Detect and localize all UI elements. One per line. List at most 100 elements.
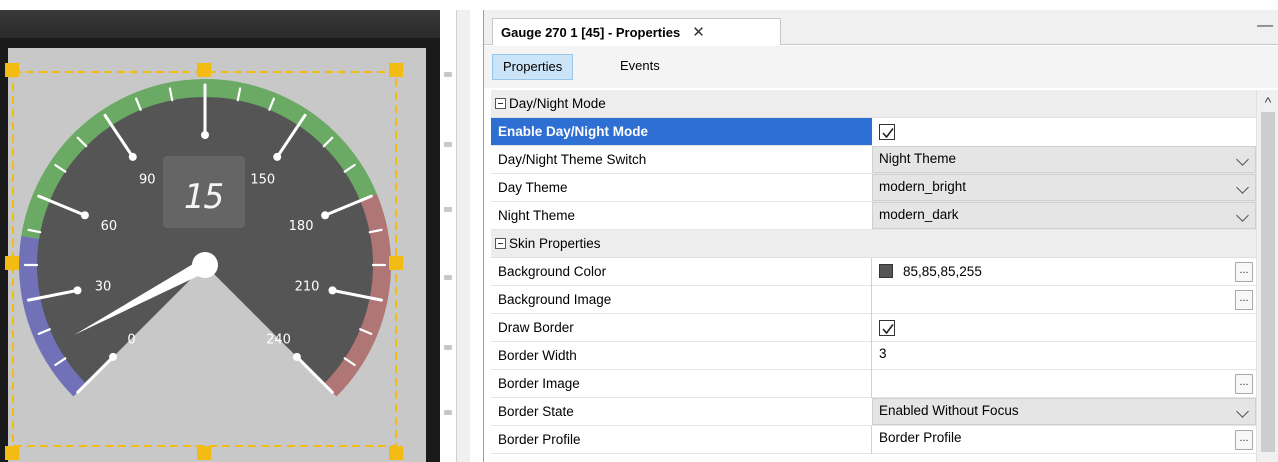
day-theme-dropdown[interactable]: modern_bright	[872, 174, 1256, 201]
tick-label: 0	[127, 333, 135, 348]
category-label: Skin Properties	[509, 236, 601, 251]
scroll-up-arrow-icon[interactable]: ^	[1257, 90, 1278, 112]
browse-button[interactable]: ...	[1235, 262, 1253, 282]
property-row-background-color[interactable]: Background Color 85,85,85,255 ...	[491, 258, 1256, 286]
splitter-gutter[interactable]	[456, 10, 470, 462]
tab-events[interactable]: Events	[610, 54, 670, 80]
minimize-icon[interactable]: —	[1257, 18, 1273, 34]
handle-top[interactable]	[197, 63, 211, 77]
property-name: Border Width	[498, 348, 577, 363]
chevron-down-icon[interactable]	[1236, 181, 1249, 194]
tick-dot	[328, 286, 337, 295]
property-name: Draw Border	[498, 320, 574, 335]
property-row-background-image[interactable]: Background Image ...	[491, 286, 1256, 314]
property-grid: Day/Night Mode Enable Day/Night Mode Day…	[484, 90, 1256, 462]
needle-hub	[192, 252, 218, 278]
property-value: Border Profile	[879, 430, 962, 445]
chevron-down-icon[interactable]	[1236, 153, 1249, 166]
browse-button[interactable]: ...	[1235, 430, 1253, 450]
property-name: Enable Day/Night Mode	[498, 124, 649, 139]
gutter-marker	[444, 142, 452, 147]
handle-left[interactable]	[5, 256, 19, 270]
properties-subtabs: Properties Events	[484, 46, 1278, 88]
collapse-icon[interactable]	[495, 98, 506, 109]
tick-label: 60	[101, 219, 118, 234]
tick-dot	[80, 211, 89, 220]
tick-label: 240	[266, 333, 291, 348]
property-name: Background Image	[498, 292, 612, 307]
property-row-border-profile[interactable]: Border Profile Border Profile ...	[491, 426, 1256, 454]
check-icon	[882, 128, 894, 139]
property-row-day-theme[interactable]: Day Theme modern_bright	[491, 174, 1256, 202]
property-row-night-theme[interactable]: Night Theme modern_dark	[491, 202, 1256, 230]
tab-gauge-properties[interactable]: Gauge 270 1 [45] - Properties ✕	[492, 18, 781, 45]
handle-right[interactable]	[389, 256, 403, 270]
category-skin-properties[interactable]: Skin Properties	[491, 230, 1256, 258]
design-canvas[interactable]: 0306090120150180210240 15	[0, 0, 470, 462]
handle-top-right[interactable]	[389, 63, 403, 77]
property-name: Border State	[498, 404, 574, 419]
enable-day-night-checkbox[interactable]	[879, 124, 895, 140]
properties-panel: Gauge 270 1 [45] - Properties ✕ — Proper…	[483, 10, 1278, 462]
property-name: Day/Night Theme Switch	[498, 152, 647, 167]
check-icon	[882, 324, 894, 335]
draw-border-checkbox[interactable]	[879, 320, 895, 336]
handle-top-left[interactable]	[5, 63, 19, 77]
gutter-marker	[444, 345, 452, 350]
property-row-theme-switch[interactable]: Day/Night Theme Switch Night Theme	[491, 146, 1256, 174]
chevron-down-icon[interactable]	[1236, 209, 1249, 222]
property-row-border-width[interactable]: Border Width 3	[491, 342, 1256, 370]
category-day-night-mode[interactable]: Day/Night Mode	[491, 90, 1256, 118]
document-tab-strip: Gauge 270 1 [45] - Properties ✕ —	[484, 10, 1278, 45]
property-value: 85,85,85,255	[903, 264, 982, 279]
theme-switch-dropdown[interactable]: Night Theme	[872, 146, 1256, 173]
tick-dot	[321, 211, 330, 220]
dropdown-value: Night Theme	[879, 151, 957, 166]
tick-dot	[73, 286, 82, 295]
tab-title: Gauge 270 1 [45] - Properties	[501, 24, 681, 40]
gutter-marker	[444, 410, 452, 415]
tick-label: 180	[289, 219, 314, 234]
tick-label: 90	[139, 173, 156, 188]
border-state-dropdown[interactable]: Enabled Without Focus	[872, 398, 1256, 425]
property-name: Day Theme	[498, 180, 568, 195]
property-row-border-state[interactable]: Border State Enabled Without Focus	[491, 398, 1256, 426]
property-row-draw-border[interactable]: Draw Border	[491, 314, 1256, 342]
night-theme-dropdown[interactable]: modern_dark	[872, 202, 1256, 229]
dropdown-value: modern_dark	[879, 207, 959, 222]
property-value-cell	[872, 118, 1256, 146]
tick-dot	[201, 131, 209, 139]
gutter-marker	[444, 72, 452, 77]
tab-properties[interactable]: Properties	[492, 54, 574, 80]
tick-dot	[292, 352, 301, 361]
dropdown-value: modern_bright	[879, 179, 967, 194]
tick-label: 150	[250, 173, 275, 188]
readout-value: 15	[184, 177, 225, 217]
handle-bottom-right[interactable]	[389, 446, 403, 460]
property-value[interactable]: 3	[879, 342, 887, 370]
vertical-scrollbar[interactable]: ^	[1256, 90, 1278, 462]
handle-bottom[interactable]	[197, 446, 211, 460]
chevron-down-icon[interactable]	[1236, 405, 1249, 418]
handle-bottom-left[interactable]	[5, 446, 19, 460]
browse-button[interactable]: ...	[1235, 290, 1253, 310]
tick-dot	[109, 352, 118, 361]
property-row-enable-day-night[interactable]: Enable Day/Night Mode	[491, 118, 1256, 146]
close-icon[interactable]: ✕	[692, 23, 705, 41]
property-name: Night Theme	[498, 208, 576, 223]
tick-dot	[128, 152, 137, 161]
property-row-border-image[interactable]: Border Image ...	[491, 370, 1256, 398]
collapse-icon[interactable]	[495, 238, 506, 249]
property-name: Border Image	[498, 376, 580, 391]
category-label: Day/Night Mode	[509, 96, 606, 111]
property-name: Background Color	[498, 264, 607, 279]
browse-button[interactable]: ...	[1235, 374, 1253, 394]
property-name: Border Profile	[498, 432, 581, 447]
tick-label: 30	[95, 279, 112, 294]
dropdown-value: Enabled Without Focus	[879, 403, 1019, 418]
color-swatch[interactable]	[879, 264, 893, 278]
gauge-widget[interactable]: 0306090120150180210240 15	[0, 0, 440, 462]
scroll-thumb[interactable]	[1261, 112, 1275, 452]
tick-label: 210	[295, 279, 320, 294]
gutter-marker	[444, 207, 452, 212]
